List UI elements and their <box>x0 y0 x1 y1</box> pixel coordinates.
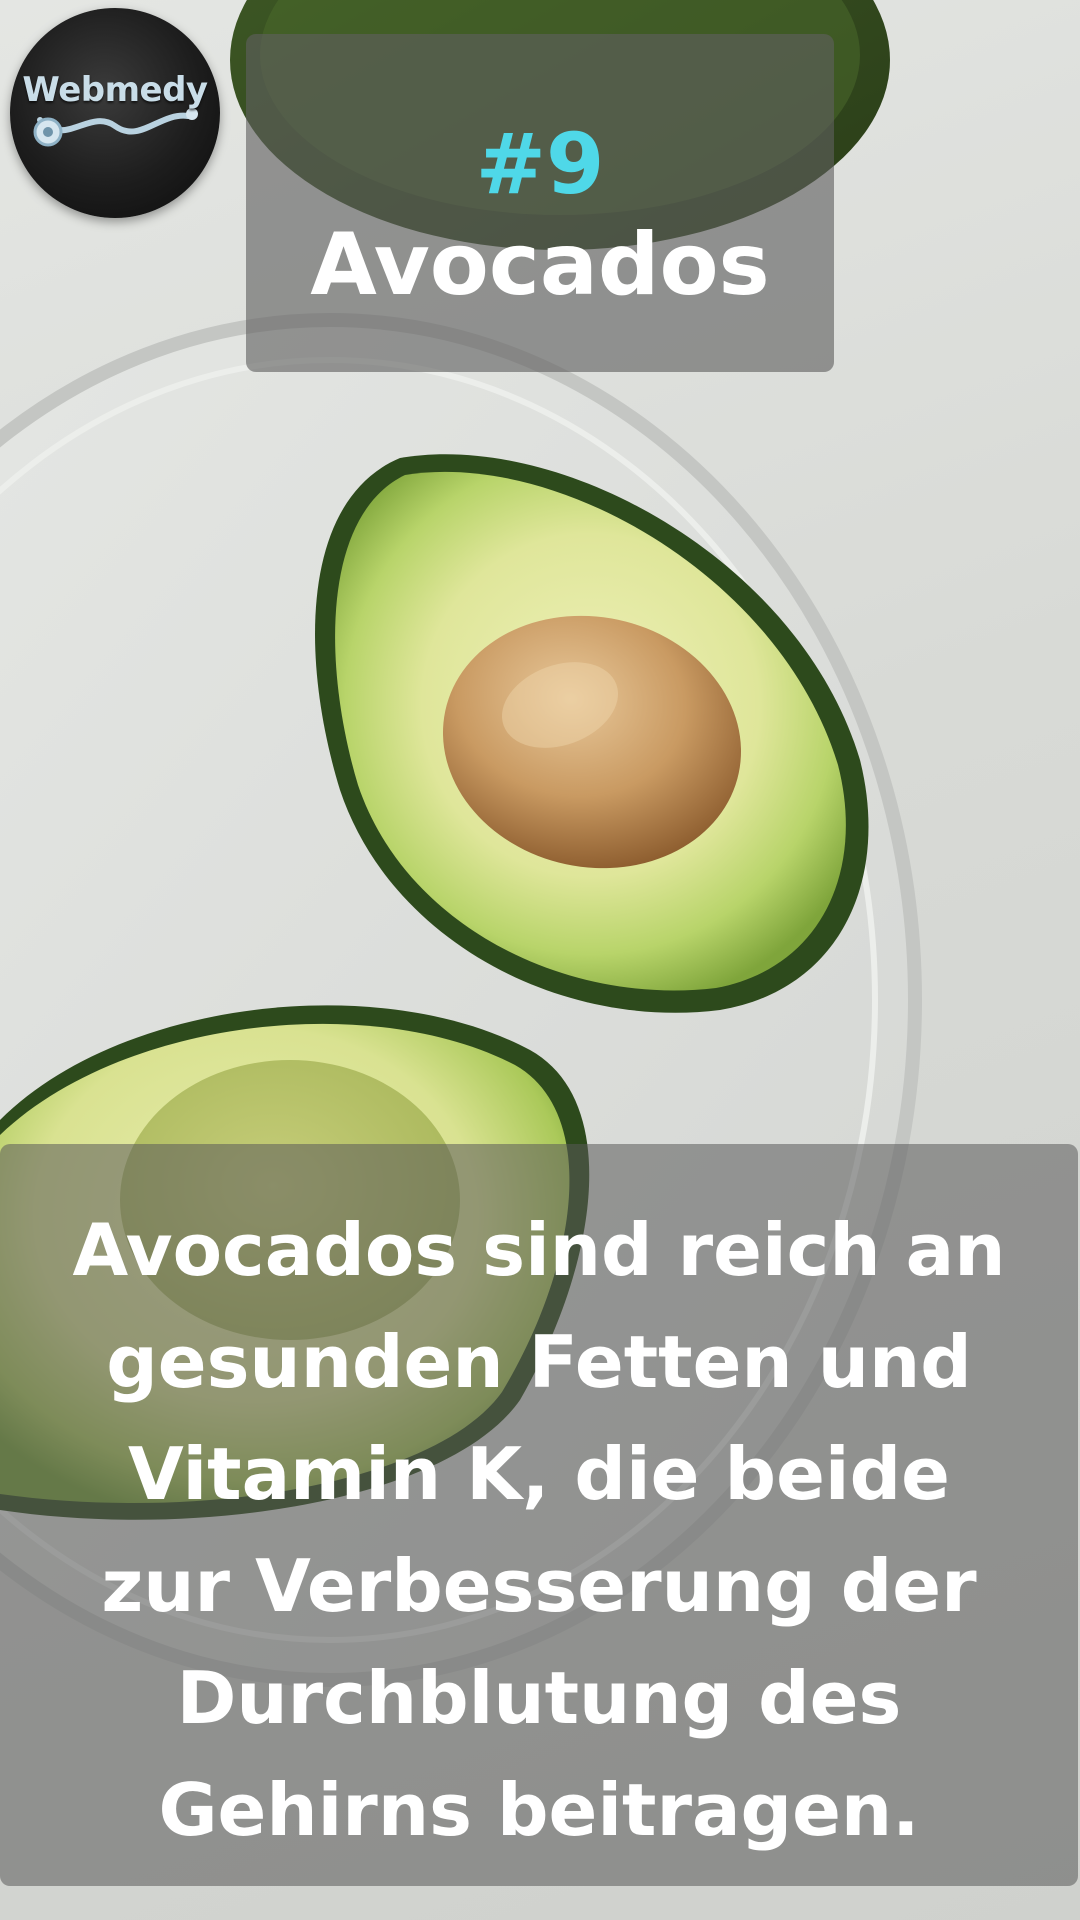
slide: Webmedy #9 Avocados Avocados sind reich … <box>0 0 1080 1920</box>
brand-logo: Webmedy <box>10 8 220 218</box>
item-number: #9 <box>475 115 605 213</box>
description-line: zur Verbesserung der <box>101 1544 977 1628</box>
logo-text: Webmedy <box>22 70 208 110</box>
description-text: Avocados sind reich an gesunden Fetten u… <box>20 1194 1058 1866</box>
description-line: gesunden Fetten und <box>106 1320 972 1404</box>
description-line: Durchblutung des <box>176 1656 902 1740</box>
title-panel: #9 Avocados <box>246 34 834 372</box>
description-line: Vitamin K, die beide <box>128 1432 950 1516</box>
description-line: Avocados sind reich an <box>72 1208 1006 1292</box>
description-panel: Avocados sind reich an gesunden Fetten u… <box>0 1144 1078 1886</box>
stethoscope-icon <box>33 108 198 147</box>
item-title: Avocados <box>310 215 770 315</box>
description-line: Gehirns beitragen. <box>158 1768 920 1852</box>
